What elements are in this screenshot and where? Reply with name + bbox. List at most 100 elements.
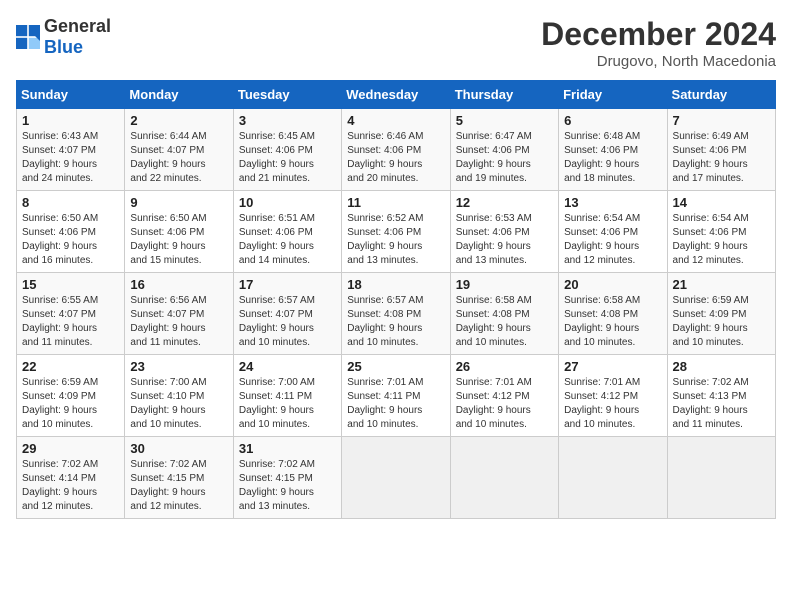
day-info: Sunrise: 6:53 AMSunset: 4:06 PMDaylight:… (456, 212, 553, 268)
day-info: Sunrise: 6:57 AMSunset: 4:08 PMDaylight:… (347, 294, 444, 350)
calendar-cell: 7 Sunrise: 6:49 AMSunset: 4:06 PMDaylight… (667, 109, 775, 191)
day-info: Sunrise: 6:54 AMSunset: 4:06 PMDaylight:… (673, 212, 770, 268)
calendar-header-tuesday: Tuesday (233, 81, 341, 109)
day-number: 8 (22, 195, 119, 210)
logo-icon (16, 25, 40, 49)
day-info: Sunrise: 6:58 AMSunset: 4:08 PMDaylight:… (564, 294, 661, 350)
day-number: 30 (130, 441, 227, 456)
day-info: Sunrise: 6:56 AMSunset: 4:07 PMDaylight:… (130, 294, 227, 350)
day-number: 12 (456, 195, 553, 210)
day-info: Sunrise: 7:02 AMSunset: 4:15 PMDaylight:… (239, 458, 336, 514)
calendar-cell: 21 Sunrise: 6:59 AMSunset: 4:09 PMDayligh… (667, 273, 775, 355)
calendar-cell (667, 437, 775, 519)
day-number: 24 (239, 359, 336, 374)
calendar-cell: 19 Sunrise: 6:58 AMSunset: 4:08 PMDayligh… (450, 273, 558, 355)
day-number: 18 (347, 277, 444, 292)
calendar-row: 1 Sunrise: 6:43 AMSunset: 4:07 PMDaylight… (17, 109, 776, 191)
calendar-header-saturday: Saturday (667, 81, 775, 109)
day-info: Sunrise: 7:01 AMSunset: 4:12 PMDaylight:… (564, 376, 661, 432)
calendar-cell: 30 Sunrise: 7:02 AMSunset: 4:15 PMDayligh… (125, 437, 233, 519)
day-info: Sunrise: 6:50 AMSunset: 4:06 PMDaylight:… (130, 212, 227, 268)
day-number: 17 (239, 277, 336, 292)
day-info: Sunrise: 6:44 AMSunset: 4:07 PMDaylight:… (130, 130, 227, 186)
logo-blue: Blue (44, 37, 83, 57)
day-info: Sunrise: 6:57 AMSunset: 4:07 PMDaylight:… (239, 294, 336, 350)
day-info: Sunrise: 6:58 AMSunset: 4:08 PMDaylight:… (456, 294, 553, 350)
calendar-cell: 6 Sunrise: 6:48 AMSunset: 4:06 PMDaylight… (559, 109, 667, 191)
month-title: December 2024 (541, 16, 776, 53)
logo: General Blue (16, 16, 111, 58)
day-info: Sunrise: 6:59 AMSunset: 4:09 PMDaylight:… (673, 294, 770, 350)
day-info: Sunrise: 7:01 AMSunset: 4:11 PMDaylight:… (347, 376, 444, 432)
calendar-cell: 23 Sunrise: 7:00 AMSunset: 4:10 PMDayligh… (125, 355, 233, 437)
day-info: Sunrise: 6:48 AMSunset: 4:06 PMDaylight:… (564, 130, 661, 186)
calendar-cell: 12 Sunrise: 6:53 AMSunset: 4:06 PMDayligh… (450, 191, 558, 273)
day-number: 1 (22, 113, 119, 128)
day-info: Sunrise: 6:55 AMSunset: 4:07 PMDaylight:… (22, 294, 119, 350)
day-number: 20 (564, 277, 661, 292)
calendar-cell: 5 Sunrise: 6:47 AMSunset: 4:06 PMDaylight… (450, 109, 558, 191)
day-number: 3 (239, 113, 336, 128)
day-info: Sunrise: 6:43 AMSunset: 4:07 PMDaylight:… (22, 130, 119, 186)
day-info: Sunrise: 6:49 AMSunset: 4:06 PMDaylight:… (673, 130, 770, 186)
day-info: Sunrise: 6:46 AMSunset: 4:06 PMDaylight:… (347, 130, 444, 186)
calendar-cell (559, 437, 667, 519)
day-number: 6 (564, 113, 661, 128)
calendar-row: 29 Sunrise: 7:02 AMSunset: 4:14 PMDayligh… (17, 437, 776, 519)
calendar-cell: 14 Sunrise: 6:54 AMSunset: 4:06 PMDayligh… (667, 191, 775, 273)
calendar-cell: 13Sunrise: 6:54 AMSunset: 4:06 PMDayligh… (559, 191, 667, 273)
day-info: Sunrise: 6:50 AMSunset: 4:06 PMDaylight:… (22, 212, 119, 268)
day-number: 21 (673, 277, 770, 292)
calendar-cell (450, 437, 558, 519)
day-info: Sunrise: 6:59 AMSunset: 4:09 PMDaylight:… (22, 376, 119, 432)
calendar-row: 8 Sunrise: 6:50 AMSunset: 4:06 PMDaylight… (17, 191, 776, 273)
calendar-header-sunday: Sunday (17, 81, 125, 109)
day-number: 31 (239, 441, 336, 456)
calendar-cell: 26 Sunrise: 7:01 AMSunset: 4:12 PMDayligh… (450, 355, 558, 437)
day-number: 9 (130, 195, 227, 210)
calendar-cell: 22Sunrise: 6:59 AMSunset: 4:09 PMDayligh… (17, 355, 125, 437)
day-number: 29 (22, 441, 119, 456)
day-number: 14 (673, 195, 770, 210)
title-area: December 2024 Drugovo, North Macedonia (541, 16, 776, 70)
day-number: 11 (347, 195, 444, 210)
day-info: Sunrise: 6:45 AMSunset: 4:06 PMDaylight:… (239, 130, 336, 186)
calendar-cell: 25 Sunrise: 7:01 AMSunset: 4:11 PMDayligh… (342, 355, 450, 437)
day-number: 19 (456, 277, 553, 292)
calendar-cell: 2 Sunrise: 6:44 AMSunset: 4:07 PMDaylight… (125, 109, 233, 191)
calendar-cell: 17 Sunrise: 6:57 AMSunset: 4:07 PMDayligh… (233, 273, 341, 355)
day-info: Sunrise: 7:00 AMSunset: 4:11 PMDaylight:… (239, 376, 336, 432)
day-info: Sunrise: 7:02 AMSunset: 4:14 PMDaylight:… (22, 458, 119, 514)
day-number: 23 (130, 359, 227, 374)
day-info: Sunrise: 7:00 AMSunset: 4:10 PMDaylight:… (130, 376, 227, 432)
day-info: Sunrise: 6:52 AMSunset: 4:06 PMDaylight:… (347, 212, 444, 268)
calendar-header-row: SundayMondayTuesdayWednesdayThursdayFrid… (17, 81, 776, 109)
calendar-cell: 8 Sunrise: 6:50 AMSunset: 4:06 PMDaylight… (17, 191, 125, 273)
calendar-cell: 20 Sunrise: 6:58 AMSunset: 4:08 PMDayligh… (559, 273, 667, 355)
day-number: 7 (673, 113, 770, 128)
day-number: 2 (130, 113, 227, 128)
day-info: Sunrise: 6:47 AMSunset: 4:06 PMDaylight:… (456, 130, 553, 186)
day-number: 4 (347, 113, 444, 128)
logo-general: General (44, 16, 111, 36)
day-info: Sunrise: 6:51 AMSunset: 4:06 PMDaylight:… (239, 212, 336, 268)
calendar-cell: 1 Sunrise: 6:43 AMSunset: 4:07 PMDaylight… (17, 109, 125, 191)
calendar-header-monday: Monday (125, 81, 233, 109)
day-number: 26 (456, 359, 553, 374)
calendar-header-thursday: Thursday (450, 81, 558, 109)
calendar-row: 22Sunrise: 6:59 AMSunset: 4:09 PMDayligh… (17, 355, 776, 437)
location-title: Drugovo, North Macedonia (541, 53, 776, 70)
calendar-cell: 28Sunrise: 7:02 AMSunset: 4:13 PMDayligh… (667, 355, 775, 437)
day-number: 25 (347, 359, 444, 374)
header: General Blue December 2024 Drugovo, Nort… (16, 16, 776, 70)
calendar-header-wednesday: Wednesday (342, 81, 450, 109)
calendar-header-friday: Friday (559, 81, 667, 109)
calendar-table: SundayMondayTuesdayWednesdayThursdayFrid… (16, 80, 776, 519)
day-info: Sunrise: 6:54 AMSunset: 4:06 PMDaylight:… (564, 212, 661, 268)
day-number: 15 (22, 277, 119, 292)
day-number: 5 (456, 113, 553, 128)
day-info: Sunrise: 7:02 AMSunset: 4:15 PMDaylight:… (130, 458, 227, 514)
day-info: Sunrise: 7:01 AMSunset: 4:12 PMDaylight:… (456, 376, 553, 432)
calendar-cell (342, 437, 450, 519)
day-number: 10 (239, 195, 336, 210)
